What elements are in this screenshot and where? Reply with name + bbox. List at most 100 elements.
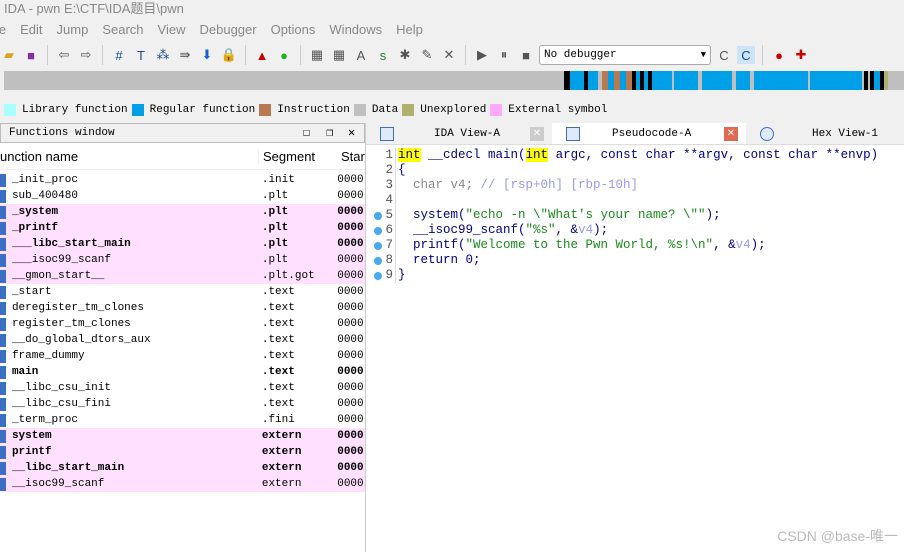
function-name: system — [11, 430, 52, 442]
debugger-select[interactable]: No debugger — [539, 45, 711, 65]
lock-icon[interactable]: 🔒 — [220, 46, 238, 64]
function-name: _init_proc — [11, 174, 78, 186]
functions-window-title: Functions window — [9, 127, 115, 139]
play-icon[interactable]: ▶ — [473, 46, 491, 64]
hex-view-icon — [760, 126, 774, 141]
function-icon — [0, 317, 6, 331]
function-row[interactable]: _init_proc .init 0000 — [0, 172, 365, 188]
back-icon[interactable]: ⇦ — [55, 46, 73, 64]
forward-icon[interactable]: ⇨ — [77, 46, 95, 64]
function-start: 0000 — [337, 318, 364, 330]
legend-label: Data — [371, 104, 399, 116]
undefine-icon[interactable]: ✕ — [440, 46, 458, 64]
function-name: __do_global_dtors_aux — [11, 334, 151, 346]
code-line-8: 8 return 0; — [366, 253, 904, 268]
struct-icon[interactable]: s — [374, 46, 392, 64]
menu-file[interactable]: le — [0, 20, 6, 40]
function-row[interactable]: __libc_csu_fini .text 0000 — [0, 396, 365, 412]
menu-edit[interactable]: Edit — [20, 20, 42, 40]
function-icon — [0, 365, 6, 379]
green-circle-icon[interactable]: ● — [275, 46, 293, 64]
warning-icon[interactable]: ▲ — [253, 46, 271, 64]
breakpoint-list-icon[interactable]: ● — [770, 46, 788, 64]
function-start: 0000 — [337, 478, 364, 490]
search-binary-icon[interactable]: ⁂ — [154, 46, 172, 64]
function-row[interactable]: __libc_start_main extern 0000 — [0, 460, 365, 476]
function-row[interactable]: frame_dummy .text 0000 — [0, 348, 365, 364]
tab-close-icon[interactable]: ✕ — [530, 126, 544, 141]
function-segment: .text — [261, 318, 295, 330]
function-row[interactable]: system extern 0000 — [0, 428, 365, 444]
function-icon — [0, 381, 6, 395]
function-row[interactable]: main .text 0000 — [0, 364, 365, 380]
function-icon — [0, 445, 6, 459]
function-row[interactable]: __do_global_dtors_aux .text 0000 — [0, 332, 365, 348]
asterisk-icon[interactable]: ✱ — [396, 46, 414, 64]
menu-options[interactable]: Options — [271, 20, 316, 40]
function-icon — [0, 221, 6, 235]
function-segment: .plt — [261, 190, 289, 202]
maximize-icon[interactable]: ☐ — [303, 124, 310, 142]
tab-ida-view-a[interactable]: IDA View-A ✕ — [366, 123, 552, 144]
menu-help[interactable]: Help — [396, 20, 423, 40]
edit-icon[interactable]: ✎ — [418, 46, 436, 64]
function-icon — [0, 173, 6, 187]
data-icon[interactable]: ▦ — [330, 46, 348, 64]
add-breakpoint-icon[interactable]: ✚ — [792, 46, 810, 64]
toolbar: ▰ ■ ⇦ ⇨ # T ⁂ ⇛ ⬇ 🔒 ▲ ● ▦ ▦ A s ✱ ✎ ✕ ▶ … — [0, 41, 904, 69]
tab-hex-view-1[interactable]: Hex View-1 — [746, 123, 904, 144]
save-icon[interactable]: ■ — [22, 46, 40, 64]
window-title: IDA - pwn E:\CTF\IDA题目\pwn — [0, 0, 904, 20]
breakpoint-dot-icon — [374, 242, 382, 250]
menu-jump[interactable]: Jump — [57, 20, 89, 40]
function-segment: .text — [261, 398, 295, 410]
run-decompile-icon[interactable]: C — [737, 46, 755, 64]
column-start[interactable]: Star — [338, 149, 365, 164]
function-row[interactable]: _printf .plt 0000 — [0, 220, 365, 236]
function-row[interactable]: deregister_tm_clones .text 0000 — [0, 300, 365, 316]
close-icon[interactable]: ✕ — [348, 124, 355, 142]
menu-debugger[interactable]: Debugger — [199, 20, 256, 40]
function-icon — [0, 269, 6, 283]
menu-view[interactable]: View — [158, 20, 186, 40]
function-row[interactable]: sub_400480 .plt 0000 — [0, 188, 365, 204]
function-start: 0000 — [337, 254, 364, 266]
column-segment[interactable]: Segment — [258, 148, 338, 164]
column-function-name[interactable]: unction name — [0, 149, 258, 164]
pause-icon[interactable]: ⏸ — [495, 46, 513, 64]
search-address-icon[interactable]: # — [110, 46, 128, 64]
code-line-4: 4 — [366, 193, 904, 208]
code-icon[interactable]: ▦ — [308, 46, 326, 64]
tab-close-icon[interactable]: ✕ — [724, 126, 738, 141]
function-start: 0000 — [337, 302, 364, 314]
jump-down-icon[interactable]: ⬇ — [198, 46, 216, 64]
menu-search[interactable]: Search — [102, 20, 143, 40]
menu-windows[interactable]: Windows — [329, 20, 382, 40]
function-segment: .plt — [261, 206, 289, 218]
stop-icon[interactable]: ■ — [517, 46, 535, 64]
open-icon[interactable]: ▰ — [0, 46, 18, 64]
function-row[interactable]: ___libc_start_main .plt 0000 — [0, 236, 365, 252]
function-row[interactable]: __isoc99_scanf extern 0000 — [0, 476, 365, 492]
legend-swatch — [490, 104, 503, 116]
function-row[interactable]: _system .plt 0000 — [0, 204, 365, 220]
function-row[interactable]: _start .text 0000 — [0, 284, 365, 300]
search-text-icon[interactable]: T — [132, 46, 150, 64]
function-row[interactable]: printf extern 0000 — [0, 444, 365, 460]
nav-segment — [810, 71, 862, 90]
nav-segment — [702, 71, 732, 90]
restore-icon[interactable]: ❐ — [326, 124, 333, 142]
function-row[interactable]: _term_proc .fini 0000 — [0, 412, 365, 428]
string-icon[interactable]: A — [352, 46, 370, 64]
tab-pseudocode-a[interactable]: Pseudocode-A ✕ — [552, 123, 746, 144]
legend-label: External symbol — [508, 104, 608, 116]
decompile-icon[interactable]: C — [715, 46, 733, 64]
function-icon — [0, 333, 6, 347]
function-row[interactable]: ___isoc99_scanf .plt 0000 — [0, 252, 365, 268]
nav-segment — [864, 71, 868, 90]
function-row[interactable]: __gmon_start__ .plt.got 0000 — [0, 268, 365, 284]
function-row[interactable]: register_tm_clones .text 0000 — [0, 316, 365, 332]
function-row[interactable]: __libc_csu_init .text 0000 — [0, 380, 365, 396]
search-next-icon[interactable]: ⇛ — [176, 46, 194, 64]
navigation-band[interactable] — [4, 71, 904, 90]
